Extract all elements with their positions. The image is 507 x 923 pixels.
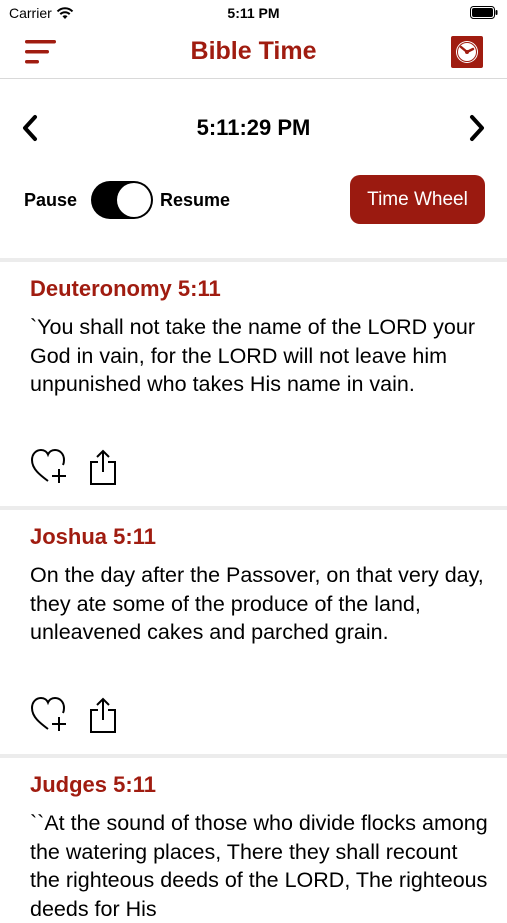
- pause-resume-toggle[interactable]: [91, 181, 153, 219]
- share-button[interactable]: [88, 448, 118, 491]
- verse-text: `You shall not take the name of the LORD…: [30, 315, 475, 396]
- chevron-right-icon: [470, 115, 484, 141]
- controls-row: Pause Resume Time Wheel: [0, 172, 507, 228]
- divider: [0, 506, 507, 510]
- share-button[interactable]: [88, 696, 118, 739]
- heart-plus-icon: [30, 696, 66, 731]
- verse-text: On the day after the Passover, on that v…: [30, 563, 484, 644]
- status-bar: Carrier 5:11 PM: [0, 0, 507, 28]
- time-wheel-button[interactable]: Time Wheel: [350, 175, 485, 224]
- time-row: 5:11:29 PM: [0, 105, 507, 151]
- share-icon: [90, 449, 116, 485]
- verse-card: Deuteronomy 5:11 `You shall not take the…: [0, 276, 507, 506]
- battery-icon: [470, 6, 498, 19]
- toggle-knob: [117, 183, 151, 217]
- verse-actions: [30, 696, 118, 739]
- current-time: 5:11:29 PM: [196, 115, 311, 140]
- verse-actions: [30, 448, 118, 491]
- heart-plus-icon: [30, 448, 66, 483]
- app-title: Bible Time: [190, 37, 317, 65]
- verse-card: Judges 5:11 ``At the sound of those who …: [0, 772, 507, 921]
- nav-bar: Bible Time: [0, 28, 507, 79]
- divider: [0, 754, 507, 758]
- clock-icon: [451, 36, 483, 68]
- divider: [0, 258, 507, 262]
- status-time: 5:11 PM: [227, 5, 280, 21]
- pause-label: Pause: [24, 190, 78, 210]
- resume-label: Resume: [160, 190, 231, 210]
- verse-text: ``At the sound of those who divide flock…: [30, 811, 488, 921]
- verse-reference: Joshua 5:11: [30, 524, 156, 549]
- favorite-button[interactable]: [30, 696, 70, 739]
- clock-button[interactable]: [451, 36, 483, 68]
- verse-reference: Deuteronomy 5:11: [30, 276, 221, 301]
- next-button[interactable]: [463, 113, 489, 143]
- favorite-button[interactable]: [30, 448, 70, 491]
- verse-reference: Judges 5:11: [30, 772, 156, 797]
- verse-card: Joshua 5:11 On the day after the Passove…: [0, 524, 507, 754]
- share-icon: [90, 697, 116, 733]
